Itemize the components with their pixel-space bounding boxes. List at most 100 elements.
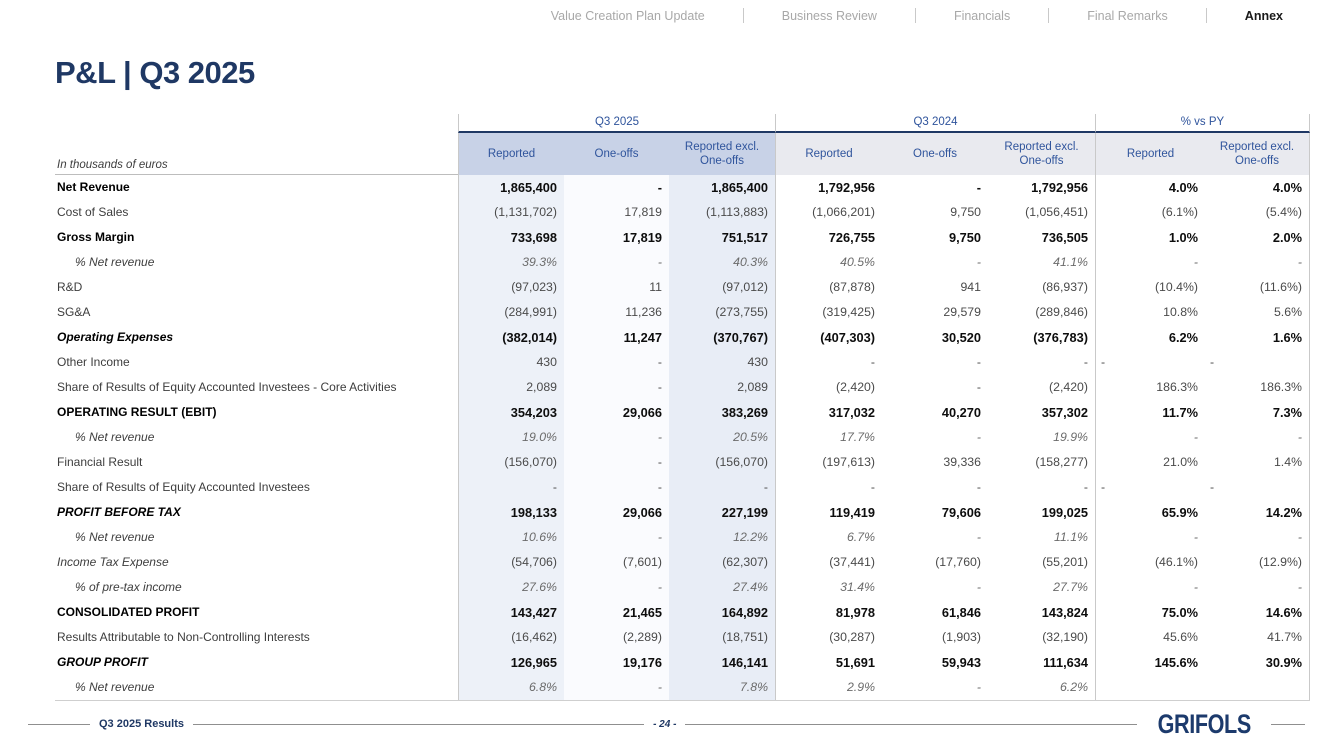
value-cell: (1,131,702) [458, 200, 564, 225]
value-cell: - [1095, 425, 1205, 450]
tab-business-review[interactable]: Business Review [782, 9, 877, 23]
value-cell: (6.1%) [1095, 200, 1205, 225]
value-cell: 65.9% [1095, 500, 1205, 525]
value-cell: - [1095, 575, 1205, 600]
value-cell: 17,819 [564, 225, 669, 250]
col-header-pct-reported: Reported [1095, 133, 1205, 175]
group-title-q3-2024: Q3 2024 [775, 114, 1095, 133]
value-cell: 12.2% [669, 525, 775, 550]
value-cell: 6.2% [988, 675, 1095, 700]
value-cell: - [1205, 350, 1310, 375]
col-header-q3-2025-one-offs: One-offs [564, 133, 669, 175]
value-cell: 941 [882, 275, 988, 300]
value-cell: (407,303) [775, 325, 882, 350]
value-cell: 430 [458, 350, 564, 375]
value-cell: 14.6% [1205, 600, 1310, 625]
col-header-q3-2024-reported: Reported [775, 133, 882, 175]
value-cell: 2.9% [775, 675, 882, 700]
value-cell: (62,307) [669, 550, 775, 575]
value-cell: - [564, 675, 669, 700]
value-cell: - [882, 525, 988, 550]
unit-note: In thousands of euros [55, 133, 458, 175]
value-cell: 6.8% [458, 675, 564, 700]
row-label: Operating Expenses [55, 325, 458, 350]
value-cell: - [882, 175, 988, 200]
group-title-q3-2025: Q3 2025 [458, 114, 775, 133]
value-cell: 733,698 [458, 225, 564, 250]
col-header-q3-2024-one-offs: One-offs [882, 133, 988, 175]
value-cell: (1,066,201) [775, 200, 882, 225]
row-label: PROFIT BEFORE TAX [55, 500, 458, 525]
value-cell: 75.0% [1095, 600, 1205, 625]
value-cell: 40,270 [882, 400, 988, 425]
value-cell: - [1205, 425, 1310, 450]
footer-line [193, 724, 644, 725]
value-cell: 19,176 [564, 650, 669, 675]
value-cell: - [882, 375, 988, 400]
value-cell: 9,750 [882, 200, 988, 225]
tab-value-creation-plan-update[interactable]: Value Creation Plan Update [551, 9, 705, 23]
value-cell: (18,751) [669, 625, 775, 650]
row-label: Gross Margin [55, 225, 458, 250]
row-label: Financial Result [55, 450, 458, 475]
value-cell: 2.0% [1205, 225, 1310, 250]
value-cell: - [564, 450, 669, 475]
value-cell: (32,190) [988, 625, 1095, 650]
value-cell: (46.1%) [1095, 550, 1205, 575]
col-header-q3-2025-reported: Reported [458, 133, 564, 175]
value-cell: (30,287) [775, 625, 882, 650]
value-cell: 27.6% [458, 575, 564, 600]
value-cell: (1,056,451) [988, 200, 1095, 225]
value-cell: 10.8% [1095, 300, 1205, 325]
value-cell: 111,634 [988, 650, 1095, 675]
value-cell: - [775, 350, 882, 375]
tab-financials[interactable]: Financials [954, 9, 1010, 23]
value-cell: 143,427 [458, 600, 564, 625]
value-cell: - [564, 525, 669, 550]
value-cell: - [988, 475, 1095, 500]
row-label: Cost of Sales [55, 200, 458, 225]
value-cell: 17.7% [775, 425, 882, 450]
value-cell: (97,012) [669, 275, 775, 300]
value-cell: (37,441) [775, 550, 882, 575]
value-cell: (11.6%) [1205, 275, 1310, 300]
pl-table: Q3 2025 Q3 2024 % vs PY In thousands of … [55, 114, 1310, 701]
value-cell: (158,277) [988, 450, 1095, 475]
row-label: % Net revenue [55, 675, 458, 700]
footer-label: Q3 2025 Results [99, 718, 184, 730]
value-cell: 2,089 [458, 375, 564, 400]
value-cell: (370,767) [669, 325, 775, 350]
value-cell: 19.9% [988, 425, 1095, 450]
value-cell: 354,203 [458, 400, 564, 425]
row-label: CONSOLIDATED PROFIT [55, 600, 458, 625]
nav-divider [1048, 8, 1049, 23]
value-cell: 14.2% [1205, 500, 1310, 525]
value-cell: 9,750 [882, 225, 988, 250]
value-cell: 199,025 [988, 500, 1095, 525]
col-header-q3-2025-reported-excl: Reported excl. One-offs [669, 133, 775, 175]
row-label: Income Tax Expense [55, 550, 458, 575]
value-cell: - [882, 575, 988, 600]
value-cell: - [1205, 250, 1310, 275]
value-cell: 39,336 [882, 450, 988, 475]
value-cell: (1,113,883) [669, 200, 775, 225]
value-cell: (2,420) [988, 375, 1095, 400]
row-label: Other Income [55, 350, 458, 375]
value-cell: 383,269 [669, 400, 775, 425]
row-label: % Net revenue [55, 525, 458, 550]
value-cell: 17,819 [564, 200, 669, 225]
nav-divider [743, 8, 744, 23]
value-cell: 1.4% [1205, 450, 1310, 475]
page-title: P&L | Q3 2025 [55, 55, 255, 91]
value-cell: 29,579 [882, 300, 988, 325]
value-cell: 7.3% [1205, 400, 1310, 425]
value-cell: 126,965 [458, 650, 564, 675]
value-cell [1205, 675, 1310, 700]
value-cell: 186.3% [1095, 375, 1205, 400]
row-label: R&D [55, 275, 458, 300]
value-cell: (319,425) [775, 300, 882, 325]
tab-annex[interactable]: Annex [1245, 9, 1283, 23]
value-cell: (2,289) [564, 625, 669, 650]
tab-final-remarks[interactable]: Final Remarks [1087, 9, 1168, 23]
value-cell: 41.1% [988, 250, 1095, 275]
